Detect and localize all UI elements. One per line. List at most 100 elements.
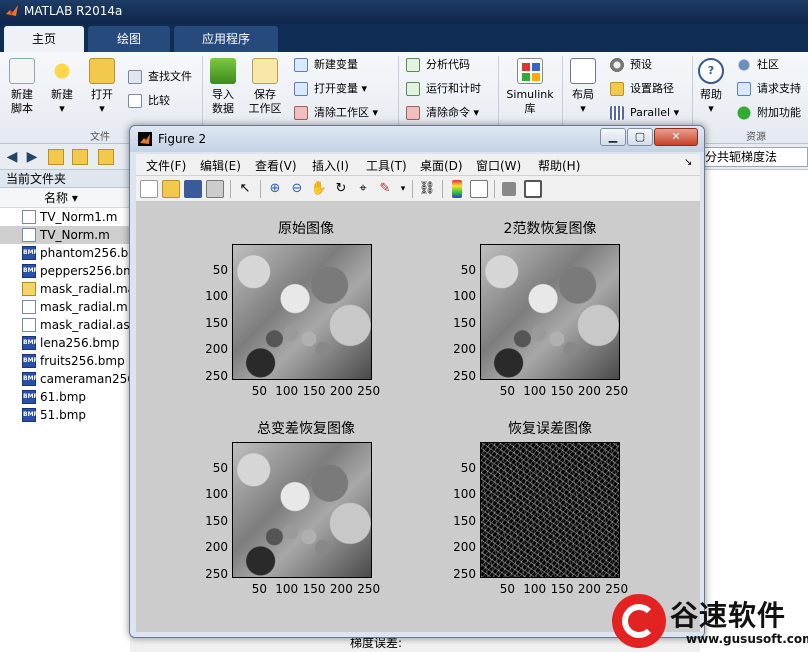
- image-axes[interactable]: [480, 442, 620, 578]
- file-list-item[interactable]: TV_Norm.m: [0, 226, 130, 244]
- zoom-out-icon[interactable]: ⊖: [288, 180, 306, 198]
- toolbar-separator: [442, 180, 443, 198]
- community-icon: [737, 58, 751, 72]
- compare-button[interactable]: 比较: [128, 92, 170, 110]
- pointer-icon[interactable]: ↖: [236, 180, 254, 198]
- ribbon-tabs: 主页 绘图 应用程序: [0, 24, 808, 52]
- minimize-button[interactable]: ▁: [600, 128, 626, 146]
- tab-plots[interactable]: 绘图: [88, 26, 170, 52]
- tab-apps[interactable]: 应用程序: [174, 26, 278, 52]
- help-button[interactable]: ? 帮助 ▾: [696, 58, 726, 116]
- addons-button[interactable]: 附加功能: [737, 104, 801, 122]
- file-list-item[interactable]: BMP 51.bmp: [0, 406, 130, 424]
- save-icon[interactable]: [184, 180, 202, 198]
- colorbar-icon[interactable]: [452, 180, 462, 198]
- open-button[interactable]: 打开 ▾: [86, 58, 118, 116]
- community-button[interactable]: 社区: [737, 56, 779, 74]
- dock-arrow-icon[interactable]: ↘: [684, 157, 692, 168]
- back-icon[interactable]: ◀: [4, 149, 20, 165]
- toolbar-separator: [230, 180, 231, 198]
- clear-commands-button[interactable]: 清除命令 ▾: [406, 104, 479, 122]
- browse-folder-icon[interactable]: [72, 149, 88, 165]
- figure-menu-bar: 文件(F) 编辑(E) 查看(V) 插入(I) 工具(T) 桌面(D) 窗口(W…: [136, 154, 700, 176]
- data-cursor-icon[interactable]: ⌖: [354, 180, 372, 198]
- image-axes[interactable]: [480, 244, 620, 380]
- new-figure-icon[interactable]: [140, 180, 158, 198]
- open-file-icon[interactable]: [162, 180, 180, 198]
- file-list-item[interactable]: mask_radial.asv: [0, 316, 130, 334]
- tab-home[interactable]: 主页: [4, 26, 84, 52]
- figure-window: Figure 2 ▁ ▢ ✕ 文件(F) 编辑(E) 查看(V) 插入(I) 工…: [129, 125, 705, 638]
- file-name: mask_radial.asv: [40, 318, 130, 332]
- name-column-header[interactable]: 名称 ▾: [0, 188, 130, 208]
- bmp-file-icon: BMP: [22, 264, 38, 278]
- request-support-button[interactable]: 请求支持: [737, 80, 801, 98]
- maximize-button[interactable]: ▢: [627, 128, 653, 146]
- bmp-file-icon: BMP: [22, 336, 38, 350]
- file-list-item[interactable]: BMP phantom256.bm: [0, 244, 130, 262]
- new-script-button[interactable]: 新建 脚本: [6, 58, 38, 116]
- file-list-item[interactable]: BMP peppers256.bm: [0, 262, 130, 280]
- up-folder-icon[interactable]: [48, 149, 64, 165]
- zoom-in-icon[interactable]: ⊕: [266, 180, 284, 198]
- x-tick-label: 200: [577, 582, 601, 596]
- y-tick-label: 50: [460, 460, 476, 475]
- layout-button[interactable]: 布局 ▾: [566, 58, 600, 116]
- matlab-logo-icon: [6, 5, 18, 16]
- new-script-icon: [9, 58, 35, 84]
- clear-workspace-button[interactable]: 清除工作区 ▾: [294, 104, 378, 122]
- plus-icon: [49, 58, 75, 84]
- run-and-time-button[interactable]: 运行和计时: [406, 80, 481, 98]
- hide-plot-tools-icon[interactable]: [502, 182, 516, 196]
- import-data-button[interactable]: 导入 数据: [206, 58, 240, 116]
- x-tick-label: 150: [302, 384, 326, 398]
- file-list-item[interactable]: TV_Norm1.m: [0, 208, 130, 226]
- new-button[interactable]: 新建 ▾: [46, 58, 78, 116]
- file-list-item[interactable]: BMP cameraman256: [0, 370, 130, 388]
- plot-title: 总变差恢复图像: [257, 421, 355, 437]
- simulink-library-button[interactable]: Simulink 库: [504, 58, 556, 116]
- forward-icon[interactable]: ▶: [24, 149, 40, 165]
- new-variable-icon: [294, 58, 308, 72]
- plot-title: 恢复误差图像: [508, 421, 592, 437]
- figure-canvas: 原始图像 2范数恢复图像 总变差恢复图像 恢复误差图像 50 100 150 200 2…: [136, 202, 700, 632]
- file-list-item[interactable]: mask_radial.ma: [0, 280, 130, 298]
- find-files-button[interactable]: 查找文件: [128, 68, 192, 86]
- show-plot-tools-icon[interactable]: [524, 180, 542, 198]
- print-icon[interactable]: [206, 180, 224, 198]
- new-variable-button[interactable]: 新建变量: [294, 56, 358, 74]
- brush-icon[interactable]: ✎: [376, 180, 394, 198]
- close-button[interactable]: ✕: [654, 128, 698, 146]
- menu-help[interactable]: 帮助(H): [538, 157, 580, 174]
- menu-desktop[interactable]: 桌面(D): [420, 157, 463, 174]
- set-path-button[interactable]: 设置路径: [610, 80, 674, 98]
- menu-tools[interactable]: 工具(T): [366, 157, 407, 174]
- image-axes[interactable]: [232, 244, 372, 380]
- file-list-item[interactable]: BMP lena256.bmp: [0, 334, 130, 352]
- legend-icon[interactable]: [470, 180, 488, 198]
- file-list-item[interactable]: BMP 61.bmp: [0, 388, 130, 406]
- file-list-item[interactable]: mask_radial.m: [0, 298, 130, 316]
- pan-hand-icon[interactable]: ✋: [310, 180, 328, 198]
- chevron-down-icon[interactable]: ▾: [394, 180, 412, 198]
- file-list-item[interactable]: BMP fruits256.bmp: [0, 352, 130, 370]
- menu-view[interactable]: 查看(V): [255, 157, 297, 174]
- path-input[interactable]: 分共轭梯度法: [700, 147, 808, 167]
- preferences-button[interactable]: 预设: [610, 56, 652, 74]
- menu-window[interactable]: 窗口(W): [476, 157, 521, 174]
- menu-insert[interactable]: 插入(I): [312, 157, 349, 174]
- y-tick-label: 200: [205, 342, 228, 357]
- menu-file[interactable]: 文件(F): [146, 157, 186, 174]
- open-variable-button[interactable]: 打开变量 ▾: [294, 80, 367, 98]
- x-tick-label: 50: [499, 582, 515, 596]
- chevron-down-icon: ▾: [361, 82, 368, 95]
- parallel-button[interactable]: Parallel ▾: [610, 104, 679, 122]
- link-plot-icon[interactable]: ⛓: [418, 180, 436, 198]
- analyze-code-button[interactable]: 分析代码: [406, 56, 470, 74]
- image-axes[interactable]: [232, 442, 372, 578]
- rotate-3d-icon[interactable]: ↻: [332, 180, 350, 198]
- parallel-icon: [610, 106, 624, 120]
- save-workspace-button[interactable]: 保存 工作区: [246, 58, 284, 116]
- menu-edit[interactable]: 编辑(E): [200, 157, 241, 174]
- figure-title-bar[interactable]: Figure 2 ▁ ▢ ✕: [130, 126, 704, 152]
